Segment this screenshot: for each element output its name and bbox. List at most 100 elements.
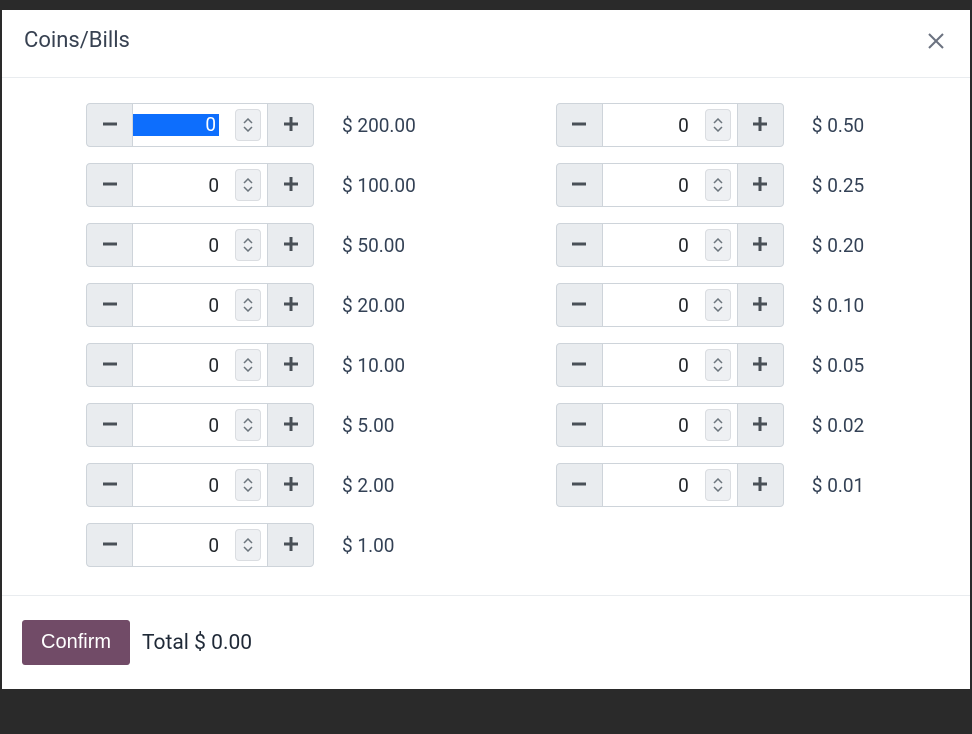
minus-icon bbox=[570, 115, 588, 136]
quantity-input[interactable]: 0 bbox=[603, 223, 737, 267]
decrement-button[interactable] bbox=[86, 403, 133, 447]
denomination-label: $ 5.00 bbox=[342, 414, 394, 437]
quantity-input[interactable]: 0 bbox=[603, 163, 737, 207]
spinner-control[interactable] bbox=[235, 289, 261, 321]
quantity-input[interactable]: 0 bbox=[133, 283, 267, 327]
confirm-button[interactable]: Confirm bbox=[22, 620, 130, 665]
increment-button[interactable] bbox=[267, 283, 314, 327]
spinner-control[interactable] bbox=[705, 409, 731, 441]
quantity-value: 0 bbox=[133, 234, 235, 257]
increment-button[interactable] bbox=[737, 283, 784, 327]
spinner-control[interactable] bbox=[705, 289, 731, 321]
decrement-button[interactable] bbox=[556, 283, 603, 327]
denomination-row: 0$ 0.05 bbox=[556, 343, 864, 387]
increment-button[interactable] bbox=[737, 403, 784, 447]
spinner-control[interactable] bbox=[235, 349, 261, 381]
quantity-input[interactable]: 0 bbox=[133, 523, 267, 567]
minus-icon bbox=[570, 235, 588, 256]
spinner-control[interactable] bbox=[705, 349, 731, 381]
quantity-input[interactable]: 0 bbox=[603, 463, 737, 507]
quantity-input[interactable]: 0 bbox=[133, 343, 267, 387]
close-button[interactable] bbox=[924, 29, 948, 53]
quantity-input[interactable]: 0 bbox=[603, 403, 737, 447]
increment-button[interactable] bbox=[267, 223, 314, 267]
decrement-button[interactable] bbox=[556, 163, 603, 207]
plus-icon bbox=[751, 115, 769, 136]
minus-icon bbox=[101, 115, 119, 136]
increment-button[interactable] bbox=[267, 523, 314, 567]
spinner-control[interactable] bbox=[235, 229, 261, 261]
spinner-control[interactable] bbox=[235, 469, 261, 501]
spinner-control[interactable] bbox=[235, 109, 261, 141]
plus-icon bbox=[282, 355, 300, 376]
spinner-control[interactable] bbox=[235, 409, 261, 441]
quantity-input[interactable]: 0 bbox=[603, 343, 737, 387]
plus-icon bbox=[282, 235, 300, 256]
denomination-row: 0 $ 0.02 bbox=[556, 403, 864, 447]
quantity-input[interactable]: 0 bbox=[133, 103, 267, 147]
quantity-input[interactable]: 0 bbox=[603, 283, 737, 327]
minus-icon bbox=[570, 355, 588, 376]
quantity-stepper: 0 bbox=[556, 163, 784, 207]
plus-icon bbox=[282, 175, 300, 196]
quantity-input[interactable]: 0 bbox=[133, 223, 267, 267]
increment-button[interactable] bbox=[267, 343, 314, 387]
spinner-control[interactable] bbox=[235, 169, 261, 201]
minus-icon bbox=[101, 355, 119, 376]
decrement-button[interactable] bbox=[556, 223, 603, 267]
quantity-value: 0 bbox=[133, 414, 235, 437]
total-label: Total bbox=[142, 631, 189, 655]
increment-button[interactable] bbox=[737, 223, 784, 267]
denomination-label: $ 0.01 bbox=[812, 474, 864, 497]
spinner-control[interactable] bbox=[705, 169, 731, 201]
spinner-control[interactable] bbox=[705, 229, 731, 261]
denomination-label: $ 0.25 bbox=[812, 174, 864, 197]
plus-icon bbox=[282, 535, 300, 556]
coins-column: 0$ 0.500$ 0.250$ 0.200$ 0.100$ 0.050$ 0.… bbox=[556, 103, 864, 567]
decrement-button[interactable] bbox=[556, 403, 603, 447]
quantity-stepper: 0 bbox=[556, 223, 784, 267]
decrement-button[interactable] bbox=[86, 523, 133, 567]
denomination-row: 0$ 0.20 bbox=[556, 223, 864, 267]
decrement-button[interactable] bbox=[556, 343, 603, 387]
quantity-input[interactable]: 0 bbox=[133, 163, 267, 207]
decrement-button[interactable] bbox=[86, 223, 133, 267]
increment-button[interactable] bbox=[737, 163, 784, 207]
denomination-label: $ 0.50 bbox=[812, 114, 864, 137]
increment-button[interactable] bbox=[267, 163, 314, 207]
spinner-control[interactable] bbox=[705, 469, 731, 501]
quantity-input[interactable]: 0 bbox=[603, 103, 737, 147]
spinner-control[interactable] bbox=[235, 529, 261, 561]
decrement-button[interactable] bbox=[86, 283, 133, 327]
decrement-button[interactable] bbox=[86, 463, 133, 507]
bills-column: 0$ 200.000$ 100.000$ 50.000$ 20.000$ 10.… bbox=[86, 103, 416, 567]
decrement-button[interactable] bbox=[86, 163, 133, 207]
denomination-label: $ 10.00 bbox=[342, 354, 405, 377]
decrement-button[interactable] bbox=[86, 103, 133, 147]
quantity-stepper: 0 bbox=[556, 463, 784, 507]
plus-icon bbox=[751, 415, 769, 436]
increment-button[interactable] bbox=[737, 463, 784, 507]
increment-button[interactable] bbox=[737, 103, 784, 147]
denomination-row: 0 $ 1.00 bbox=[86, 523, 416, 567]
decrement-button[interactable] bbox=[86, 343, 133, 387]
minus-icon bbox=[570, 415, 588, 436]
decrement-button[interactable] bbox=[556, 103, 603, 147]
quantity-value: 0 bbox=[603, 234, 705, 257]
quantity-input[interactable]: 0 bbox=[133, 403, 267, 447]
increment-button[interactable] bbox=[737, 343, 784, 387]
quantity-value: 0 bbox=[603, 354, 705, 377]
increment-button[interactable] bbox=[267, 103, 314, 147]
decrement-button[interactable] bbox=[556, 463, 603, 507]
plus-icon bbox=[751, 475, 769, 496]
minus-icon bbox=[101, 295, 119, 316]
increment-button[interactable] bbox=[267, 463, 314, 507]
denomination-label: $ 1.00 bbox=[342, 534, 394, 557]
quantity-stepper: 0 bbox=[86, 103, 314, 147]
denomination-label: $ 0.02 bbox=[812, 414, 864, 437]
increment-button[interactable] bbox=[267, 403, 314, 447]
quantity-input[interactable]: 0 bbox=[133, 463, 267, 507]
plus-icon bbox=[751, 235, 769, 256]
quantity-stepper: 0 bbox=[86, 463, 314, 507]
spinner-control[interactable] bbox=[705, 109, 731, 141]
